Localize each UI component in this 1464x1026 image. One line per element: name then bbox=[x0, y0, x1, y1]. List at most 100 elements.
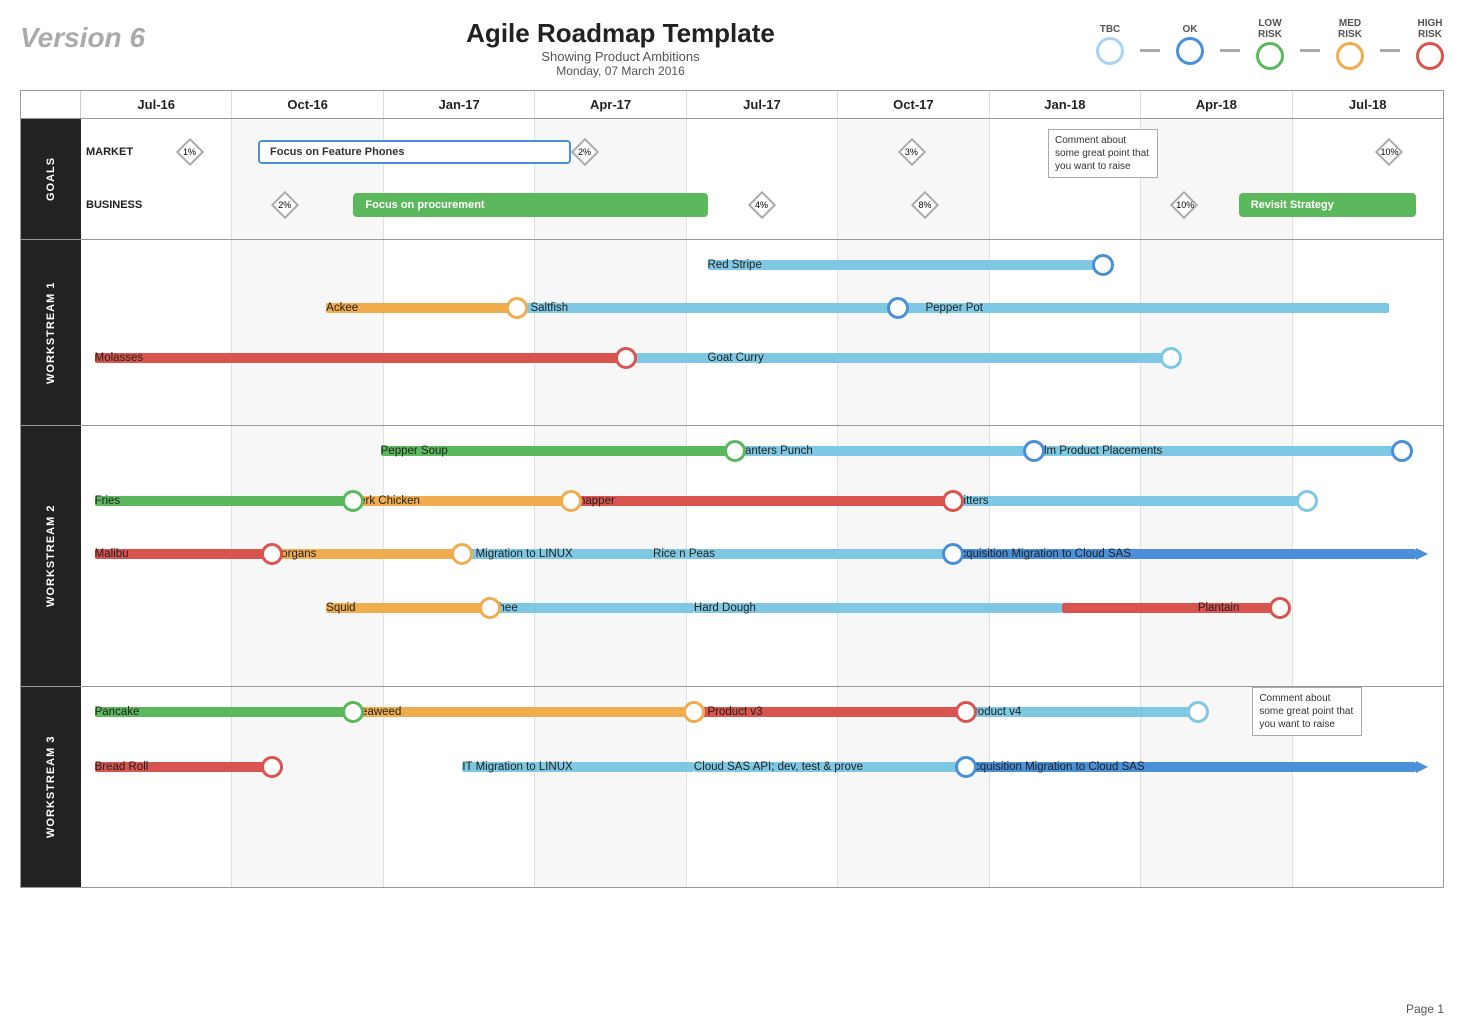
label-cloudsas: Cloud SAS API; dev, test & prove bbox=[694, 761, 863, 773]
goals-label: GOALS bbox=[21, 119, 81, 239]
col-oct16: Oct-16 bbox=[232, 91, 383, 118]
ms-prodv4 bbox=[1187, 701, 1209, 723]
goals-section-row: GOALS MARKET bbox=[21, 119, 1443, 240]
comment-box-ws3: Comment about some great point that you … bbox=[1252, 687, 1362, 736]
label-peperpot: Pepper Pot bbox=[925, 302, 983, 314]
timeline-header: Jul-16 Oct-16 Jan-17 Apr-17 Jul-17 Oct-1… bbox=[21, 91, 1443, 119]
ms-redstripe bbox=[1092, 254, 1114, 276]
col-jan17: Jan-17 bbox=[384, 91, 535, 118]
ms-breadroll bbox=[261, 756, 283, 778]
ws2-row2: Fries Jerk Chicken Snapper Fritters bbox=[81, 481, 1443, 521]
label-goatcurry: Goat Curry bbox=[708, 352, 764, 364]
ws1-redstripe-row: Red Stripe bbox=[81, 245, 1443, 285]
label-itlinux2: IT Migration to LINUX bbox=[462, 548, 572, 560]
label-acquis3: Acquisition Migration to Cloud SAS bbox=[966, 761, 1144, 773]
legend-low: LOWRISK bbox=[1256, 18, 1284, 70]
label-squid: Squid bbox=[326, 602, 355, 614]
label-acquis2: Acquisition Migration to Cloud SAS bbox=[953, 548, 1131, 560]
ms-ricenpeas bbox=[942, 543, 964, 565]
label-planters: Planters Punch bbox=[735, 445, 813, 457]
label-redstripe: Red Stripe bbox=[708, 259, 762, 271]
title-area: Agile Roadmap Template Showing Product A… bbox=[145, 18, 1096, 78]
ws1-ackee-row: Ackee Saltfish Pepper Pot bbox=[81, 288, 1443, 328]
label-saltfish: Saltfish bbox=[530, 302, 568, 314]
ms-peppersoup bbox=[724, 440, 746, 462]
ms-peperpot bbox=[887, 297, 909, 319]
ms-ackee bbox=[506, 297, 528, 319]
ws2-row4: Squid Ghee Hard Dough Plantain bbox=[81, 588, 1443, 628]
goal-bar-feature-phones: Focus on Feature Phones bbox=[258, 140, 571, 164]
ws3-row1: Pancake Seaweed Product v3 Product v4 Co… bbox=[81, 692, 1443, 732]
legend-med: MEDRISK bbox=[1336, 18, 1364, 70]
main-title: Agile Roadmap Template bbox=[145, 18, 1096, 49]
label-breadroll: Bread Roll bbox=[95, 761, 149, 773]
ms-fritters bbox=[1296, 490, 1318, 512]
bar-snapper bbox=[571, 496, 952, 506]
bar-ghee bbox=[490, 603, 694, 613]
legend-tbc: TBC bbox=[1096, 24, 1124, 65]
ms-jerk bbox=[560, 490, 582, 512]
ms-planters bbox=[1023, 440, 1045, 462]
ws3-section-row: WORKSTREAM 3 Pancake bbox=[21, 687, 1443, 887]
header: Version 6 Agile Roadmap Template Showing… bbox=[20, 10, 1444, 82]
bar-molasses bbox=[95, 353, 626, 363]
label-fries: Fries bbox=[95, 495, 121, 507]
arrow-acquis3 bbox=[1416, 761, 1428, 773]
arrow-acquis2 bbox=[1416, 548, 1428, 560]
comment-box-market: Comment about some great point that you … bbox=[1048, 129, 1158, 178]
goals-business-row: BUSINESS 2% Focus on procurement 4% 8% 1… bbox=[81, 187, 1443, 223]
ms-squid bbox=[479, 597, 501, 619]
date-line: Monday, 07 March 2016 bbox=[145, 64, 1096, 78]
ws3-label: WORKSTREAM 3 bbox=[21, 687, 81, 887]
ms-morgans bbox=[451, 543, 473, 565]
ws2-content: Pepper Soup Planters Punch Film Product … bbox=[81, 426, 1443, 686]
ms-film bbox=[1391, 440, 1413, 462]
bar-seaweed bbox=[353, 707, 694, 717]
label-pancake: Pancake bbox=[95, 706, 140, 718]
col-oct17: Oct-17 bbox=[838, 91, 989, 118]
bar-plantain bbox=[1062, 603, 1280, 613]
ms-molasses bbox=[615, 347, 637, 369]
col-jan18: Jan-18 bbox=[990, 91, 1141, 118]
label-molasses: Molasses bbox=[95, 352, 144, 364]
goals-market-row: MARKET 1% Focus on Feature Phones 2% 3% … bbox=[81, 134, 1443, 170]
ws1-molasses-row: Molasses Goat Curry bbox=[81, 338, 1443, 378]
ms-malibu bbox=[261, 543, 283, 565]
ws1-section-row: WORKSTREAM 1 Red bbox=[21, 240, 1443, 426]
ms-pancake bbox=[342, 701, 364, 723]
goal-bar-revisit: Revisit Strategy bbox=[1239, 193, 1416, 217]
bar-fritters bbox=[953, 496, 1307, 506]
bar-fries bbox=[95, 496, 354, 506]
ms-snapper bbox=[942, 490, 964, 512]
ms-prodv3 bbox=[955, 701, 977, 723]
ws1-content: Red Stripe Ackee Saltfish Pepper Pot bbox=[81, 240, 1443, 425]
bar-redstripe bbox=[708, 260, 1103, 270]
label-plantain: Plantain bbox=[1198, 602, 1240, 614]
label-harddough: Hard Dough bbox=[694, 602, 756, 614]
goal-bar-procurement: Focus on procurement bbox=[353, 193, 707, 217]
label-film: Film Product Placements bbox=[1034, 445, 1162, 457]
ws2-section-row: WORKSTREAM 2 Pepper Soup bbox=[21, 426, 1443, 687]
ms-goatcurry bbox=[1160, 347, 1182, 369]
ws2-label: WORKSTREAM 2 bbox=[21, 426, 81, 686]
ms-plantain bbox=[1269, 597, 1291, 619]
ms-seaweed bbox=[683, 701, 705, 723]
ws1-label: WORKSTREAM 1 bbox=[21, 240, 81, 425]
label-prodv3: Product v3 bbox=[708, 706, 763, 718]
label-itlinux3: IT Migration to LINUX bbox=[462, 761, 572, 773]
ws3-content: Pancake Seaweed Product v3 Product v4 Co… bbox=[81, 687, 1443, 887]
subtitle: Showing Product Ambitions bbox=[145, 49, 1096, 64]
col-apr18: Apr-18 bbox=[1141, 91, 1292, 118]
bar-saltfish bbox=[517, 303, 898, 313]
version-label: Version 6 bbox=[20, 18, 145, 54]
label-ackee: Ackee bbox=[326, 302, 358, 314]
page: Version 6 Agile Roadmap Template Showing… bbox=[0, 0, 1464, 1026]
col-jul16: Jul-16 bbox=[81, 91, 232, 118]
label-peppersoup: Pepper Soup bbox=[381, 445, 448, 457]
label-malibu: Malibu bbox=[95, 548, 129, 560]
timeline-container: Jul-16 Oct-16 Jan-17 Apr-17 Jul-17 Oct-1… bbox=[20, 90, 1444, 888]
ms-cloudsas bbox=[955, 756, 977, 778]
ws3-row2: Bread Roll IT Migration to LINUX Cloud S… bbox=[81, 747, 1443, 787]
legend-high: HIGHRISK bbox=[1416, 18, 1444, 70]
col-jul18: Jul-18 bbox=[1293, 91, 1443, 118]
